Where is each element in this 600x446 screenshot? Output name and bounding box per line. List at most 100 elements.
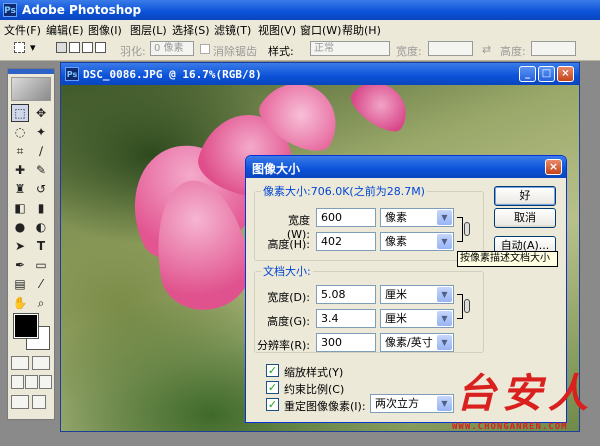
app-titlebar: Ps Adobe Photoshop xyxy=(0,0,600,20)
scale-styles-checkbox[interactable]: ✓ xyxy=(266,364,279,377)
foreground-color-swatch[interactable] xyxy=(13,313,39,339)
chevron-down-icon: ▼ xyxy=(437,210,452,225)
healing-brush-icon[interactable]: ✚ xyxy=(11,161,29,179)
scale-styles-label: 缩放样式(Y) xyxy=(284,366,344,379)
document-title: DSC_0086.JPG @ 16.7%(RGB/8) xyxy=(83,68,262,81)
new-selection-icon[interactable] xyxy=(56,42,67,53)
doc-height-label: 高度(G): xyxy=(267,315,310,328)
pixel-width-input[interactable]: 600 xyxy=(316,208,376,227)
resample-checkbox[interactable]: ✓ xyxy=(266,398,279,411)
close-icon[interactable]: × xyxy=(557,66,574,82)
subtract-selection-icon[interactable] xyxy=(82,42,93,53)
edit-in-imageready-icon[interactable] xyxy=(32,395,46,409)
screen-mode-menu-icon[interactable] xyxy=(25,375,38,389)
chevron-down-icon: ▼ xyxy=(437,234,452,249)
menu-layer[interactable]: 图层(L) xyxy=(130,22,167,38)
jump-to-imageready-icon[interactable] xyxy=(11,395,29,409)
menu-help[interactable]: 帮助(H) xyxy=(342,22,381,38)
pen-tool-icon[interactable]: ✒ xyxy=(11,256,29,274)
minimize-icon[interactable]: _ xyxy=(519,66,536,82)
pixel-width-unit-select[interactable]: 像素 ▼ xyxy=(380,208,454,227)
standard-mode-icon[interactable] xyxy=(11,356,29,370)
zoom-tool-icon[interactable]: ⌕ xyxy=(32,294,50,312)
height-label: 高度: xyxy=(500,45,526,58)
quickmask-mode-icon[interactable] xyxy=(32,356,50,370)
chevron-down-icon[interactable]: ▾ xyxy=(30,41,36,54)
pixel-height-unit-select[interactable]: 像素 ▼ xyxy=(380,232,454,251)
pixel-dimensions-label: 像素大小:706.0K(之前为28.7M) xyxy=(263,185,425,198)
resolution-input[interactable]: 300 xyxy=(316,333,376,352)
type-tool-icon[interactable]: T xyxy=(32,237,50,255)
height-input[interactable] xyxy=(531,41,576,56)
dialog-titlebar[interactable]: 图像大小 × xyxy=(246,156,566,178)
site-watermark-logo: 台安人 WWW.CHONGANREN.COM xyxy=(448,372,598,444)
menu-image[interactable]: 图像(I) xyxy=(88,22,122,38)
chevron-down-icon: ▼ xyxy=(437,335,452,350)
pixel-height-label: 高度(H): xyxy=(267,238,310,251)
shape-tool-icon[interactable]: ▭ xyxy=(32,256,50,274)
menu-view[interactable]: 视图(V) xyxy=(258,22,296,38)
doc-height-unit-select[interactable]: 厘米 ▼ xyxy=(380,309,454,328)
chevron-down-icon: ▼ xyxy=(437,287,452,302)
antialias-label: 消除锯齿 xyxy=(213,45,257,58)
doc-width-unit: 厘米 xyxy=(385,288,407,301)
resolution-unit: 像素/英寸 xyxy=(385,336,433,349)
maximize-icon[interactable]: □ xyxy=(538,66,555,82)
chain-link-icon xyxy=(464,222,470,236)
move-tool-icon[interactable]: ✥ xyxy=(32,104,50,122)
marquee-tool-icon[interactable]: ⬚ xyxy=(11,104,29,122)
adobe-feather-icon[interactable] xyxy=(11,77,51,101)
doc-width-unit-select[interactable]: 厘米 ▼ xyxy=(380,285,454,304)
document-titlebar[interactable]: Ps DSC_0086.JPG @ 16.7%(RGB/8) _ □ × xyxy=(61,63,579,85)
screen-mode-full-icon[interactable] xyxy=(39,375,52,389)
menu-edit[interactable]: 编辑(E) xyxy=(46,22,84,38)
resample-method-select[interactable]: 两次立方 ▼ xyxy=(370,394,454,413)
width-input[interactable] xyxy=(428,41,473,56)
options-bar: ▾ 羽化: 0 像素 消除锯齿 样式: 正常 宽度: ⇄ 高度: xyxy=(0,38,600,61)
stamp-tool-icon[interactable]: ♜ xyxy=(11,180,29,198)
swap-icon[interactable]: ⇄ xyxy=(482,43,491,56)
intersect-selection-icon[interactable] xyxy=(95,42,106,53)
app-title: Adobe Photoshop xyxy=(22,3,142,17)
style-select[interactable]: 正常 xyxy=(310,41,390,56)
doc-width-input[interactable]: 5.08 xyxy=(316,285,376,304)
lasso-tool-icon[interactable]: ◌ xyxy=(11,123,29,141)
blur-tool-icon[interactable]: ● xyxy=(11,218,29,236)
notes-tool-icon[interactable]: ▤ xyxy=(11,275,29,293)
add-selection-icon[interactable] xyxy=(69,42,80,53)
crop-tool-icon[interactable]: ⌗ xyxy=(11,142,29,160)
dialog-title: 图像大小 xyxy=(252,162,301,176)
style-label: 样式: xyxy=(268,45,294,58)
menu-filter[interactable]: 滤镜(T) xyxy=(214,22,251,38)
constrain-proportions-checkbox[interactable]: ✓ xyxy=(266,381,279,394)
resolution-unit-select[interactable]: 像素/英寸 ▼ xyxy=(380,333,454,352)
pixel-height-input[interactable]: 402 xyxy=(316,232,376,251)
gradient-tool-icon[interactable]: ▮ xyxy=(32,199,50,217)
hand-tool-icon[interactable]: ✋ xyxy=(11,294,29,312)
width-label: 宽度: xyxy=(396,45,422,58)
eyedropper-icon[interactable]: ⁄ xyxy=(32,275,50,293)
path-select-icon[interactable]: ➤ xyxy=(11,237,29,255)
ok-button[interactable]: 好 xyxy=(494,186,556,206)
dodge-tool-icon[interactable]: ◐ xyxy=(32,218,50,236)
toolbox-grip[interactable] xyxy=(8,69,54,74)
eraser-tool-icon[interactable]: ◧ xyxy=(11,199,29,217)
menu-select[interactable]: 选择(S) xyxy=(172,22,210,38)
pixel-width-unit: 像素 xyxy=(385,211,407,224)
menu-window[interactable]: 窗口(W) xyxy=(300,22,341,38)
history-brush-icon[interactable]: ↺ xyxy=(32,180,50,198)
marquee-preset-icon[interactable] xyxy=(14,42,25,53)
slice-tool-icon[interactable]: ∕ xyxy=(32,142,50,160)
feather-input[interactable]: 0 像素 xyxy=(150,41,194,56)
menu-file[interactable]: 文件(F) xyxy=(4,22,41,38)
antialias-checkbox[interactable] xyxy=(200,44,210,54)
cancel-button[interactable]: 取消 xyxy=(494,208,556,228)
brush-tool-icon[interactable]: ✎ xyxy=(32,161,50,179)
photoshop-logo-icon: Ps xyxy=(3,3,17,17)
screen-mode-standard-icon[interactable] xyxy=(11,375,24,389)
magic-wand-icon[interactable]: ✦ xyxy=(32,123,50,141)
constrain-proportions-label: 约束比例(C) xyxy=(284,383,345,396)
doc-height-input[interactable]: 3.4 xyxy=(316,309,376,328)
resample-method: 两次立方 xyxy=(375,397,419,410)
close-icon[interactable]: × xyxy=(545,159,562,175)
